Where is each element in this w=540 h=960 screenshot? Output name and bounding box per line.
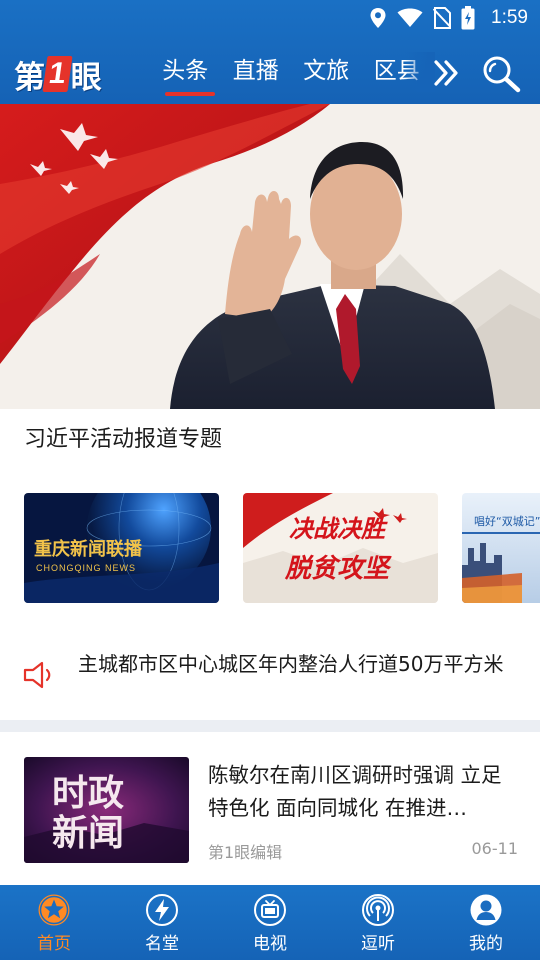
status-bar: 1:59 (0, 0, 540, 36)
tab-live[interactable]: 直播 (221, 50, 292, 96)
tab-culture-travel[interactable]: 文旅 (291, 50, 362, 96)
clock: 1:59 (491, 7, 528, 28)
program-card-title: 重庆新闻联播 (34, 538, 143, 560)
news-source: 第1眼编辑 (208, 843, 283, 862)
news-thumbnail: 时政 新闻 (24, 757, 189, 863)
user-icon (470, 894, 502, 926)
nav-label: 我的 (469, 934, 503, 954)
nav-label: 逗听 (361, 934, 395, 954)
channel-tabs: 头条 直播 文旅 区县 (150, 50, 432, 96)
nav-listen[interactable]: 逗听 (324, 885, 432, 960)
app-header: 1:59 第 1 眼 头条 直播 文旅 区县 (0, 0, 540, 104)
program-card-image: 决战决胜 脱贫攻坚 (243, 493, 438, 603)
program-card-line1: 决战决胜 (289, 514, 388, 543)
thumb-text-1: 时政 (52, 773, 124, 814)
program-carousel[interactable]: 重庆新闻联播 CHONGQING NEWS 决战决胜 脱贫攻坚 唱好“双城记” (24, 493, 540, 603)
nav-mingtang[interactable]: 名堂 (108, 885, 216, 960)
broadcast-icon (362, 894, 394, 926)
news-thumbnail-image: 时政 新闻 (24, 757, 189, 863)
tv-icon (254, 894, 286, 926)
feature-banner[interactable] (0, 104, 540, 409)
program-card-twin-city[interactable]: 唱好“双城记” (462, 493, 540, 603)
nav-profile[interactable]: 我的 (432, 885, 540, 960)
banner-image (0, 104, 540, 409)
banner-caption[interactable]: 习近平活动报道专题 (24, 421, 222, 453)
program-card-image: 重庆新闻联播 CHONGQING NEWS (24, 493, 219, 603)
search-icon (483, 56, 521, 93)
search-button[interactable] (480, 54, 524, 94)
news-item[interactable]: 时政 新闻 陈敏尔在南川区调研时强调 立足特色化 面向同城化 在推进… 第1眼编… (24, 757, 518, 863)
section-divider (0, 720, 540, 732)
battery-icon (461, 6, 475, 30)
tabs-fade (405, 52, 435, 92)
thumb-text-2: 新闻 (52, 813, 124, 854)
nav-label: 首页 (37, 934, 71, 954)
news-date: 06-11 (471, 839, 519, 858)
logo-suffix: 眼 (70, 59, 102, 96)
location-icon (370, 8, 386, 28)
bottom-navigation: 首页 名堂 电视 逗听 我的 (0, 885, 540, 960)
program-card-line2: 脱贫攻坚 (284, 554, 392, 584)
status-icons: 1:59 (369, 4, 528, 32)
program-card-poverty[interactable]: 决战决胜 脱贫攻坚 (243, 493, 438, 603)
nav-tv[interactable]: 电视 (216, 885, 324, 960)
wifi-icon (397, 8, 423, 27)
nav-home[interactable]: 首页 (0, 885, 108, 960)
nav-label: 电视 (253, 934, 287, 954)
program-card-title: 唱好“双城记” (474, 514, 540, 528)
star-icon (38, 894, 70, 926)
logo-number: 1 (42, 56, 73, 92)
program-card-image: 唱好“双城记” (462, 493, 540, 603)
program-card-subtitle: CHONGQING NEWS (36, 563, 136, 573)
notice-bar[interactable]: 主城都市区中心城区年内整治人行道50万平方米 (20, 651, 520, 703)
tab-headlines[interactable]: 头条 (150, 50, 221, 96)
logo-prefix: 第 (14, 59, 45, 96)
app-logo[interactable]: 第 1 眼 (14, 52, 102, 96)
program-card-chongqing-news[interactable]: 重庆新闻联播 CHONGQING NEWS (24, 493, 219, 603)
double-chevron-right-icon (434, 60, 458, 86)
speaker-icon (23, 661, 51, 689)
news-title: 陈敏尔在南川区调研时强调 立足特色化 面向同城化 在推进… (208, 763, 502, 820)
notice-text: 主城都市区中心城区年内整治人行道50万平方米 (78, 652, 504, 676)
more-tabs-button[interactable] (432, 58, 462, 88)
nav-label: 名堂 (145, 934, 179, 954)
no-sim-icon (433, 7, 452, 29)
lightning-icon (146, 894, 178, 926)
